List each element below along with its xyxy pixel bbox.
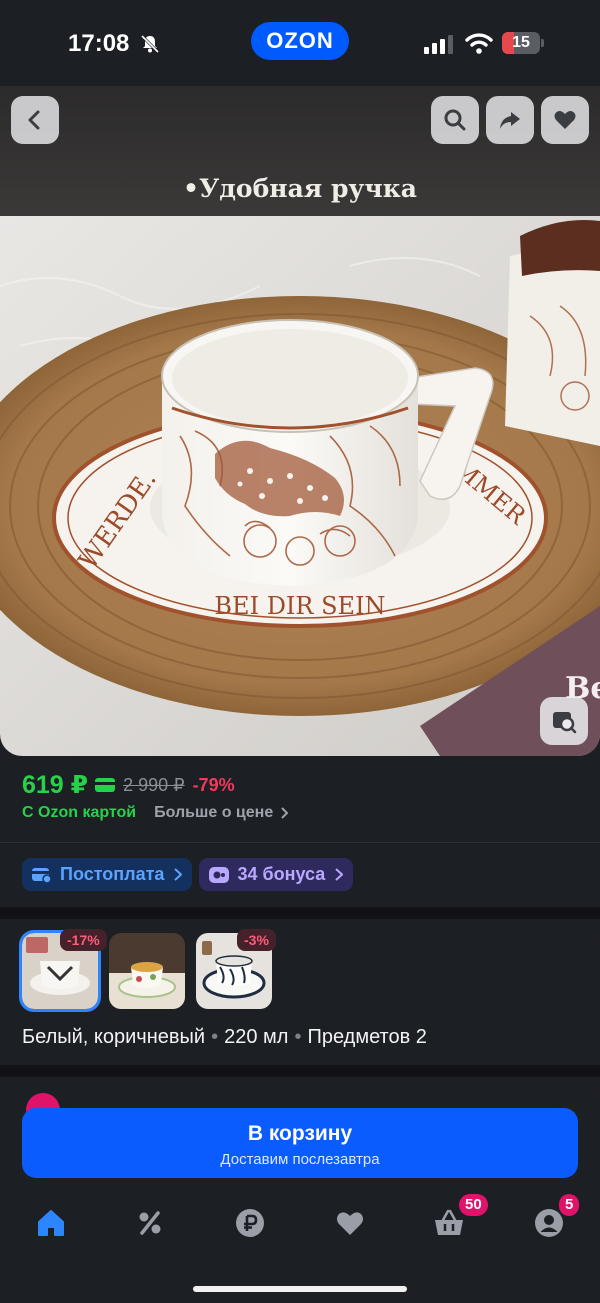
chevron-right-icon (174, 868, 183, 881)
variant-image (109, 933, 185, 1009)
variant-color: Белый, коричневый (22, 1026, 206, 1048)
back-icon (28, 110, 40, 130)
search-icon (444, 109, 466, 131)
ozon-logo: OZON (251, 22, 349, 60)
variants-card: -17% -3% Белый, коричневый • 220 мл • Предме… (0, 919, 600, 1065)
postpay-chip[interactable]: Постоплата (22, 858, 193, 891)
wifi-icon (465, 33, 493, 54)
variant-thumb-2[interactable] (109, 933, 185, 1009)
section-separator (0, 907, 600, 919)
divider (0, 842, 600, 843)
saucer-text-bottom: BEI DIR SEIN (214, 592, 385, 620)
product-image-gallery[interactable]: Be WERDE. MMER BEI DIR SEIN •Удобная руч… (0, 86, 600, 756)
payment-chips: Постоплата 34 бонуса (22, 858, 354, 891)
tab-sales[interactable] (133, 1206, 167, 1240)
battery-indicator: 15 (502, 32, 544, 54)
battery-level: 15 (512, 34, 530, 51)
current-price: 619 ₽ (22, 771, 89, 799)
add-to-cart-label: В корзину (247, 1122, 353, 1145)
wallet-icon (32, 867, 52, 883)
cellular-signal-icon (424, 35, 453, 54)
old-price: 2 990 ₽ (123, 774, 185, 795)
similar-search-icon (553, 712, 577, 734)
bell-muted-icon (140, 34, 160, 54)
bonus-icon (209, 866, 230, 883)
more-about-price-link[interactable]: Больше о цене (154, 804, 273, 822)
price-details-row: С Ozon картой Больше о цене (22, 804, 289, 822)
percent-icon (139, 1211, 161, 1235)
discount-badge: -79% (192, 774, 235, 795)
ozon-card-icon (95, 778, 116, 792)
tab-home[interactable] (34, 1206, 68, 1240)
profile-icon (535, 1209, 563, 1237)
bonus-chip[interactable]: 34 бонуса (199, 858, 354, 891)
variant-description: Белый, коричневый • 220 мл • Предметов 2 (22, 1026, 427, 1048)
delivery-label: Доставим послезавтра (220, 1151, 380, 1168)
home-indicator (193, 1286, 407, 1292)
ozon-card-label: С Ozon картой (22, 804, 137, 821)
chevron-right-icon (281, 807, 289, 819)
profile-notification-badge: 5 (559, 1194, 580, 1216)
postpay-label: Постоплата (60, 864, 165, 884)
heart-icon (554, 111, 576, 129)
chevron-right-icon (335, 868, 344, 881)
home-icon (38, 1210, 64, 1236)
section-separator (0, 1065, 600, 1077)
price-row: 619 ₽ 2 990 ₽ -79% (22, 770, 235, 800)
similar-search-button[interactable] (540, 697, 588, 745)
bottom-tab-bar: 50 5 (0, 1180, 600, 1303)
cart-count-badge: 50 (459, 1194, 488, 1216)
ruble-icon (236, 1209, 264, 1237)
bonus-label: 34 бонуса (237, 864, 326, 884)
variant-items: Предметов 2 (307, 1026, 427, 1048)
image-caption: •Удобная ручка (183, 174, 417, 203)
search-button[interactable] (431, 96, 479, 144)
heart-icon (337, 1212, 363, 1235)
variant-volume: 220 мл (224, 1026, 289, 1048)
basket-icon (435, 1209, 463, 1235)
back-button[interactable] (11, 96, 59, 144)
variant-discount-badge: -17% (60, 929, 107, 951)
share-icon (500, 112, 520, 129)
clock: 17:08 (68, 30, 130, 57)
add-to-cart-button[interactable]: В корзину Доставим послезавтра (22, 1108, 578, 1178)
share-button[interactable] (486, 96, 534, 144)
status-bar: 17:08 OZON 15 (0, 0, 600, 86)
tab-finance[interactable] (233, 1206, 267, 1240)
variant-discount-badge: -3% (237, 929, 276, 951)
tab-favorites[interactable] (333, 1206, 367, 1240)
favorite-button[interactable] (541, 96, 589, 144)
